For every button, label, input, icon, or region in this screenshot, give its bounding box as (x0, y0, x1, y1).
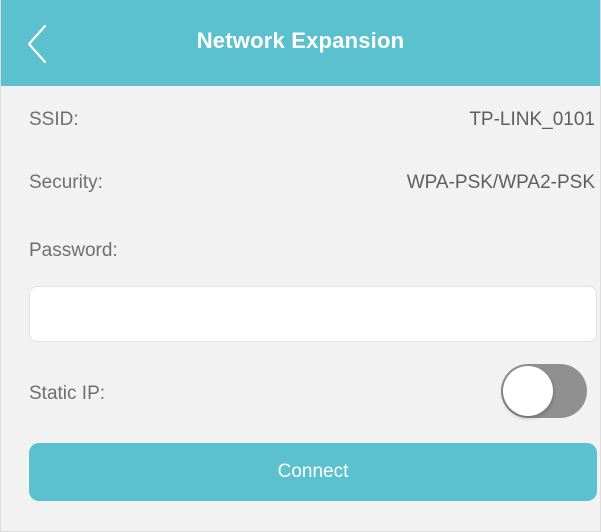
static-ip-label: Static IP: (29, 383, 106, 404)
password-input[interactable] (29, 286, 597, 342)
ssid-label: SSID: (29, 109, 79, 130)
password-row: Password: (29, 240, 595, 270)
ssid-row: SSID: TP-LINK_0101 (29, 109, 595, 139)
security-value: WPA-PSK/WPA2-PSK (406, 172, 595, 193)
toggle-knob (503, 366, 553, 416)
security-row: Security: WPA-PSK/WPA2-PSK (29, 172, 595, 202)
header-bar: Network Expansion (1, 0, 600, 86)
security-label: Security: (29, 172, 103, 193)
connect-button[interactable]: Connect (29, 443, 597, 501)
static-ip-toggle[interactable] (501, 364, 587, 418)
password-label: Password: (29, 240, 118, 261)
ssid-value: TP-LINK_0101 (469, 109, 595, 130)
network-expansion-screen: Network Expansion SSID: TP-LINK_0101 Sec… (0, 0, 601, 532)
page-title: Network Expansion (196, 28, 405, 53)
